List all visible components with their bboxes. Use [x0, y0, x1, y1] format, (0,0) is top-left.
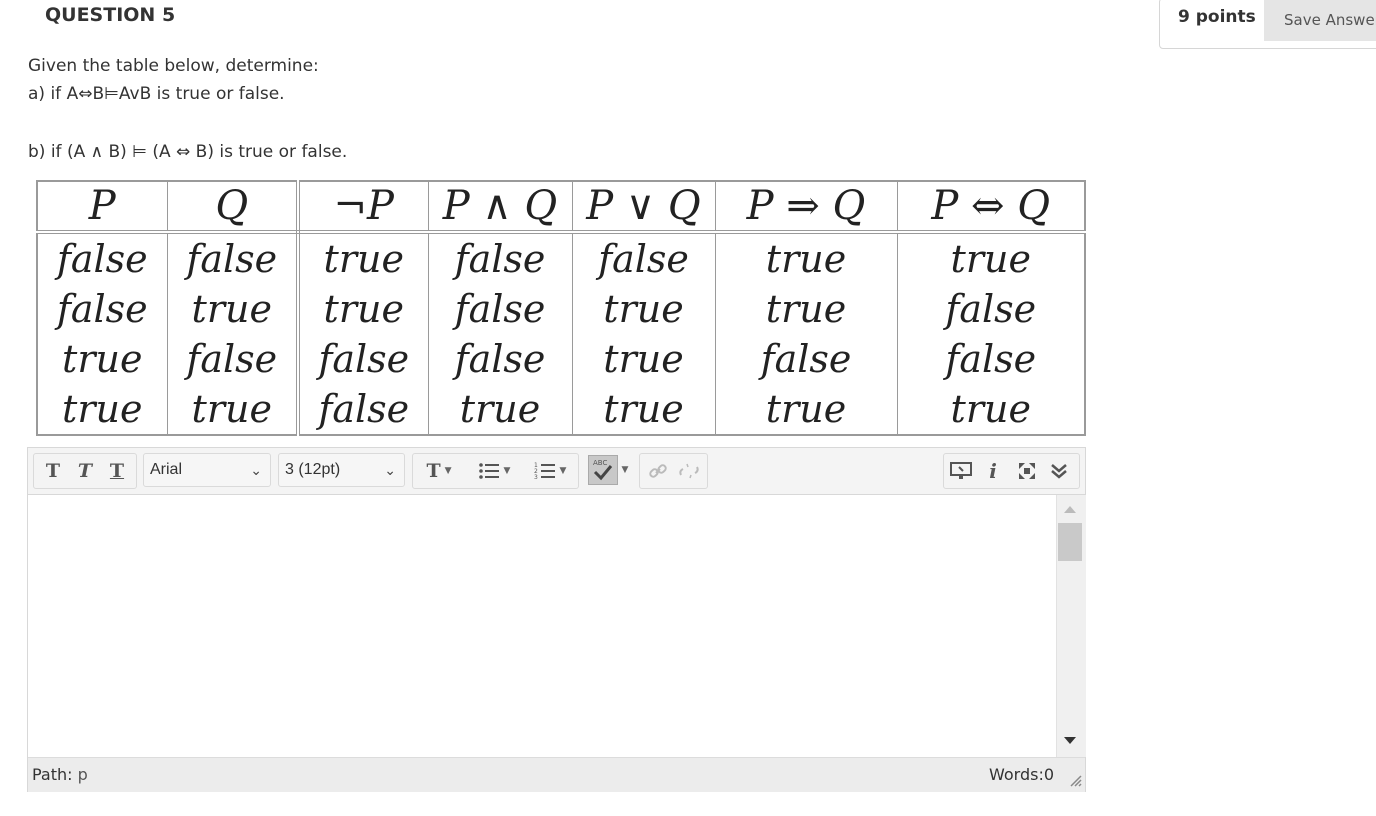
collapse-toolbar-icon[interactable] [1044, 454, 1074, 488]
table-cell: true [298, 232, 429, 285]
table-cell: true [37, 383, 168, 435]
table-cell: false [37, 284, 168, 334]
table-cell: true [572, 284, 716, 334]
fullscreen-icon[interactable] [1012, 454, 1042, 488]
link-icon[interactable] [643, 454, 673, 488]
table-cell: true [715, 383, 898, 435]
svg-text:ABC: ABC [593, 459, 607, 467]
prompt-line-3: b) if (A ∧ B) ⊨ (A ⇔ B) is true or false… [28, 142, 348, 162]
editor-status-bar: Path: p Words:0 [28, 757, 1085, 792]
table-cell: true [37, 334, 168, 384]
table-cell: true [950, 386, 1031, 431]
chevron-down-icon: ⌄ [250, 462, 262, 478]
header-p-implies-q: P ⇒ Q [715, 181, 898, 234]
editor-vertical-scrollbar[interactable] [1056, 495, 1086, 757]
editor-toolbar: T T T Arial ⌄ 3 (12pt) ⌄ T ▼ ▼ 123 ▼ ABC… [28, 448, 1085, 495]
table-cell: false [428, 334, 573, 384]
header-p-and-q: P ∧ Q [428, 181, 573, 234]
question-title: QUESTION 5 [45, 4, 176, 26]
numbered-list-icon[interactable]: 123 ▼ [525, 454, 575, 488]
table-cell: false [167, 334, 300, 384]
element-path: Path: p [32, 765, 88, 784]
truth-table: P Q ¬P P ∧ Q P ∨ Q P ⇒ Q P ⇔ Q false fal… [36, 180, 1086, 436]
truth-table-row: true true false true true true true [37, 383, 1085, 435]
font-size-value: 3 (12pt) [285, 461, 341, 478]
scroll-thumb[interactable] [1058, 523, 1082, 561]
format-group: T ▼ ▼ 123 ▼ [412, 453, 579, 489]
underline-text-icon[interactable]: T [102, 454, 132, 488]
save-answer-button[interactable]: Save Answer [1264, 0, 1376, 41]
preview-icon[interactable] [946, 454, 976, 488]
text-style-group: T T T [33, 453, 137, 489]
word-count: Words:0 [989, 765, 1055, 784]
truth-table-row: true false false false true false false [37, 334, 1085, 384]
truth-table-row: false false true false false true true [37, 232, 1085, 285]
header-q: Q [167, 181, 300, 234]
spellcheck-button[interactable]: ABC ▼ [584, 453, 632, 487]
table-cell: true [715, 284, 898, 334]
table-cell: false [428, 232, 573, 285]
points-value: 9 points [1178, 7, 1256, 27]
unlink-icon[interactable] [674, 454, 704, 488]
table-cell: false [298, 334, 429, 384]
table-cell: false [167, 232, 300, 285]
truth-table-header-row: P Q ¬P P ∧ Q P ∨ Q P ⇒ Q P ⇔ Q [37, 181, 1085, 234]
answer-editor: T T T Arial ⌄ 3 (12pt) ⌄ T ▼ ▼ 123 ▼ ABC… [27, 447, 1086, 792]
table-cell: true [950, 237, 1031, 281]
table-cell: true [572, 383, 716, 435]
table-cell: true [167, 284, 300, 334]
table-cell: false [945, 287, 1037, 331]
header-not-p: ¬P [298, 181, 429, 234]
points-panel: 9 points Save Answer [1159, 0, 1376, 49]
path-label: Path: [32, 765, 73, 784]
svg-text:3: 3 [534, 474, 538, 480]
table-cell: true [167, 383, 300, 435]
table-cell: true [715, 232, 898, 285]
font-family-value: Arial [150, 461, 183, 478]
link-group [639, 453, 708, 489]
info-icon[interactable]: i [978, 454, 1008, 488]
text-color-icon[interactable]: T ▼ [417, 454, 461, 488]
truth-table-row: false true true false true true false [37, 284, 1085, 334]
view-group: i [943, 453, 1080, 489]
chevron-down-icon: ⌄ [384, 462, 396, 478]
font-family-select[interactable]: Arial ⌄ [143, 453, 271, 487]
header-p: P [37, 181, 168, 234]
path-value[interactable]: p [78, 765, 88, 784]
table-cell: false [37, 232, 168, 285]
prompt-line-1: Given the table below, determine: [28, 56, 319, 76]
table-cell: true [572, 334, 716, 384]
scroll-up-icon[interactable] [1064, 506, 1076, 513]
table-cell: false [572, 232, 716, 285]
table-cell: false [715, 334, 898, 384]
table-cell: false [428, 284, 573, 334]
header-p-or-q: P ∨ Q [572, 181, 716, 234]
spellcheck-icon: ABC [587, 455, 618, 485]
prompt-line-2: a) if A⇔B⊨AvB is true or false. [28, 84, 285, 104]
italic-text-icon[interactable]: T [70, 454, 100, 488]
table-cell: false [945, 336, 1037, 381]
table-cell: true [298, 284, 429, 334]
font-size-select[interactable]: 3 (12pt) ⌄ [278, 453, 405, 487]
bold-text-icon[interactable]: T [38, 454, 68, 488]
scroll-down-icon[interactable] [1064, 737, 1076, 744]
table-cell: false [298, 383, 429, 435]
editor-content-area[interactable] [28, 495, 1056, 757]
header-p-iff-q: P ⇔ Q [897, 181, 1085, 234]
resize-grip-icon[interactable] [1068, 772, 1082, 791]
bulleted-list-icon[interactable]: ▼ [469, 454, 519, 488]
table-cell: true [428, 383, 573, 435]
